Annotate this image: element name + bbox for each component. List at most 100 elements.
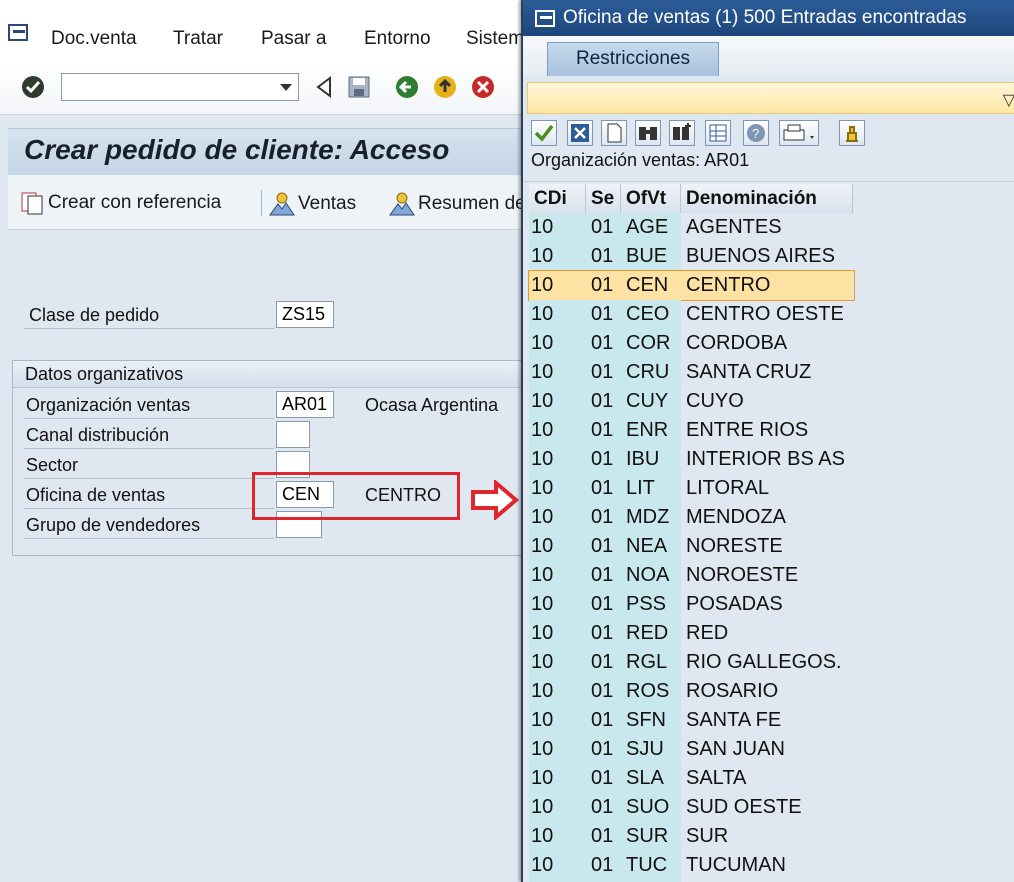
table-cell: 10 [529,764,586,793]
org-ventas-description: Ocasa Argentina [365,395,499,415]
window-menu-icon[interactable] [535,10,557,28]
table-row[interactable]: 10 01 MDZ MENDOZA [529,503,854,532]
menu-item-pasar-a[interactable]: Pasar a [261,28,326,50]
command-field[interactable] [61,73,299,101]
create-with-reference-button[interactable]: Crear con referencia [20,191,221,215]
table-row[interactable]: 10 01 RED RED [529,619,854,648]
restrictions-bar[interactable]: ▽ [527,82,1014,114]
resumen-label: Resumen de [418,193,526,215]
field-underline [24,508,274,509]
org-ventas-input[interactable]: AR01 [276,391,334,418]
column-header-label: Denominación [686,188,817,209]
table-row[interactable]: 10 01 SJU SAN JUAN [529,735,854,764]
table-row[interactable]: 10 01 LIT LITORAL [529,474,854,503]
dialog-title: Oficina de ventas (1) 500 Entradas encon… [563,7,967,28]
person-mountain-icon [389,192,415,216]
table-cell: 01 [586,590,621,619]
menu-item-docventa[interactable]: Doc.venta [51,28,137,50]
table-cell: ENR [621,416,681,445]
hourglass-icon [846,126,858,142]
table-cell: 01 [586,445,621,474]
resumen-button[interactable]: Resumen de [388,191,526,217]
canal-input[interactable] [276,421,310,448]
check-icon [534,124,554,142]
field-underline [24,478,274,479]
table-cell: SUR [621,822,681,851]
table-cell: RED [686,622,729,644]
column-header-label: CDi [534,188,567,209]
new-document-button[interactable] [601,120,627,146]
svg-text:?: ? [752,126,759,141]
filter-icon[interactable]: ▽ [1003,90,1014,110]
menu-item-entorno[interactable]: Entorno [364,28,431,50]
table-row[interactable]: 10 01 CUY CUYO [529,387,854,416]
menu-item-tratar[interactable]: Tratar [173,28,223,50]
table-row[interactable]: 10 01 COR CORDOBA [529,329,854,358]
table-cell: 01 [586,851,621,880]
find-next-button[interactable] [669,120,695,146]
table-row[interactable]: 10 01 CRU SANTA CRUZ [529,358,854,387]
table-cell: 10 [529,851,586,880]
table-cell: 01 [586,300,621,329]
table-cell: 10 [529,822,586,851]
table-row[interactable]: 10 01 ROS ROSARIO [529,677,854,706]
column-header-denominacion[interactable]: Denominación [681,184,853,213]
enter-check-icon[interactable] [20,74,46,100]
table-row[interactable]: 10 01 PSS POSADAS [529,590,854,619]
table-cell: 10 [529,677,586,706]
table-row[interactable]: 10 01 BUE BUENOS AIRES [529,242,854,271]
table-cell: CORDOBA [686,332,788,354]
table-cell: MENDOZA [686,506,786,528]
table-row[interactable]: 10 01 CEN CENTRO [528,270,855,301]
table-cell: SFN [621,706,681,735]
binoculars-button[interactable] [635,120,661,146]
table-row[interactable]: 10 01 AGE AGENTES [529,213,854,242]
table-cell: 01 [586,793,621,822]
close-icon [571,124,589,142]
table-cell: NEA [621,532,681,561]
table-row[interactable]: 10 01 TUC TUCUMAN [529,851,854,880]
save-icon[interactable] [346,74,372,100]
table-row[interactable]: 10 01 NEA NORESTE [529,532,854,561]
exit-icon[interactable] [432,74,458,100]
print-button[interactable] [779,120,819,146]
table-row[interactable]: 10 01 SUR SUR [529,822,854,851]
table-cell: POSADAS [686,593,783,615]
printer-icon [783,124,814,141]
column-header-se[interactable]: Se [586,184,621,213]
table-cell: IBU [621,445,681,474]
create-with-reference-label: Crear con referencia [48,192,222,214]
table-cell: 01 [586,213,621,242]
back-triangle-icon[interactable] [312,74,338,100]
table-cell: CRU [621,358,681,387]
table-cell: 10 [529,416,586,445]
table-row[interactable]: 10 01 NOA NOROESTE [529,561,854,590]
table-row[interactable]: 10 01 SFN SANTA FE [529,706,854,735]
table-cell: 01 [586,387,621,416]
arrow-right-icon [471,480,520,520]
trash-button[interactable] [839,120,865,146]
table-row[interactable]: 10 01 CEO CENTRO OESTE [529,300,854,329]
table-cell: ROS [621,677,681,706]
settings-button[interactable] [705,120,731,146]
table-cell: SUR [686,825,729,847]
canal-label: Canal distribución [26,425,170,445]
table-row[interactable]: 10 01 IBU INTERIOR BS AS [529,445,854,474]
table-row[interactable]: 10 01 SUO SUD OESTE [529,793,854,822]
table-row[interactable]: 10 01 ENR ENTRE RIOS [529,416,854,445]
back-icon[interactable] [394,74,420,100]
continue-check-button[interactable] [531,120,557,146]
table-cell: ENTRE RIOS [686,419,809,441]
column-header-cdi[interactable]: CDi [529,184,586,213]
table-row[interactable]: 10 01 SLA SALTA [529,764,854,793]
menu-exit-icon[interactable] [8,24,30,42]
cancel-button[interactable] [567,120,593,146]
table-row[interactable]: 10 01 RGL RIO GALLEGOS. [529,648,854,677]
column-header-ofvt[interactable]: OfVt [621,184,681,213]
clase-pedido-input[interactable]: ZS15 [276,301,334,328]
cancel-icon[interactable] [470,74,496,100]
tab-restricciones[interactable]: Restricciones [547,42,719,76]
chevron-down-icon[interactable] [280,84,292,91]
ventas-button[interactable]: Ventas [268,191,356,217]
help-button[interactable]: ? [743,120,769,146]
